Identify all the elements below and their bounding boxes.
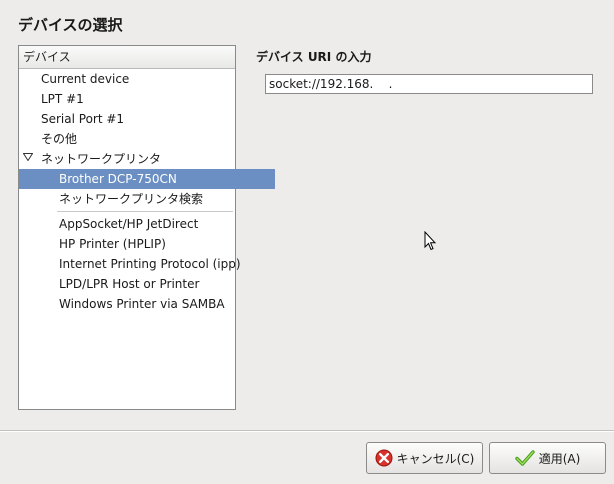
device-item-lpd[interactable]: LPD/LPR Host or Printer: [19, 274, 275, 294]
checkmark-icon: [515, 450, 535, 466]
apply-button[interactable]: 適用(A): [489, 442, 606, 474]
device-item-label: LPD/LPR Host or Printer: [59, 277, 200, 291]
device-item-appsocket[interactable]: AppSocket/HP JetDirect: [19, 214, 275, 234]
cancel-button-label: キャンセル(C): [396, 451, 475, 466]
uri-label: デバイス URI の入力: [256, 50, 372, 64]
device-list[interactable]: デバイス Current device LPT #1 Serial Port #…: [18, 45, 275, 410]
device-item-label: AppSocket/HP JetDirect: [59, 217, 199, 231]
device-item-label: LPT #1: [41, 92, 84, 106]
mouse-pointer-icon: [424, 230, 437, 251]
list-separator: [57, 211, 233, 212]
device-item-samba[interactable]: Windows Printer via SAMBA: [19, 294, 275, 314]
device-item-label: Serial Port #1: [41, 112, 125, 126]
device-item-network-printer-search[interactable]: ネットワークプリンタ検索: [19, 189, 275, 209]
device-item-serial-port[interactable]: Serial Port #1: [19, 109, 257, 129]
device-item-label: Current device: [41, 72, 130, 86]
device-item-label: Windows Printer via SAMBA: [59, 297, 225, 311]
cancel-button[interactable]: キャンセル(C): [366, 442, 483, 474]
cancel-icon: [375, 449, 393, 467]
expander-triangle-icon[interactable]: [22, 149, 34, 169]
device-item-label: その他: [41, 132, 78, 146]
device-item-other[interactable]: その他: [19, 129, 257, 149]
device-item-hplip[interactable]: HP Printer (HPLIP): [19, 234, 275, 254]
device-item-network-printer[interactable]: ネットワークプリンタ: [19, 149, 257, 169]
footer-divider: [0, 430, 614, 432]
apply-button-label: 適用(A): [538, 451, 581, 466]
device-item-brother-dcp750cn[interactable]: Brother DCP-750CN: [19, 169, 275, 189]
device-item-label: HP Printer (HPLIP): [59, 237, 166, 251]
device-item-label: Internet Printing Protocol (ipp): [59, 257, 241, 271]
device-item-ipp[interactable]: Internet Printing Protocol (ipp): [19, 254, 275, 274]
dialog-title: デバイスの選択: [18, 16, 123, 34]
device-item-lpt1[interactable]: LPT #1: [19, 89, 257, 109]
device-item-label: ネットワークプリンタ検索: [59, 192, 204, 206]
device-item-label: Brother DCP-750CN: [59, 172, 177, 186]
device-item-label: ネットワークプリンタ: [41, 152, 162, 166]
device-list-header[interactable]: デバイス: [19, 46, 235, 69]
device-item-current[interactable]: Current device: [19, 69, 257, 89]
device-uri-input[interactable]: [265, 74, 593, 94]
